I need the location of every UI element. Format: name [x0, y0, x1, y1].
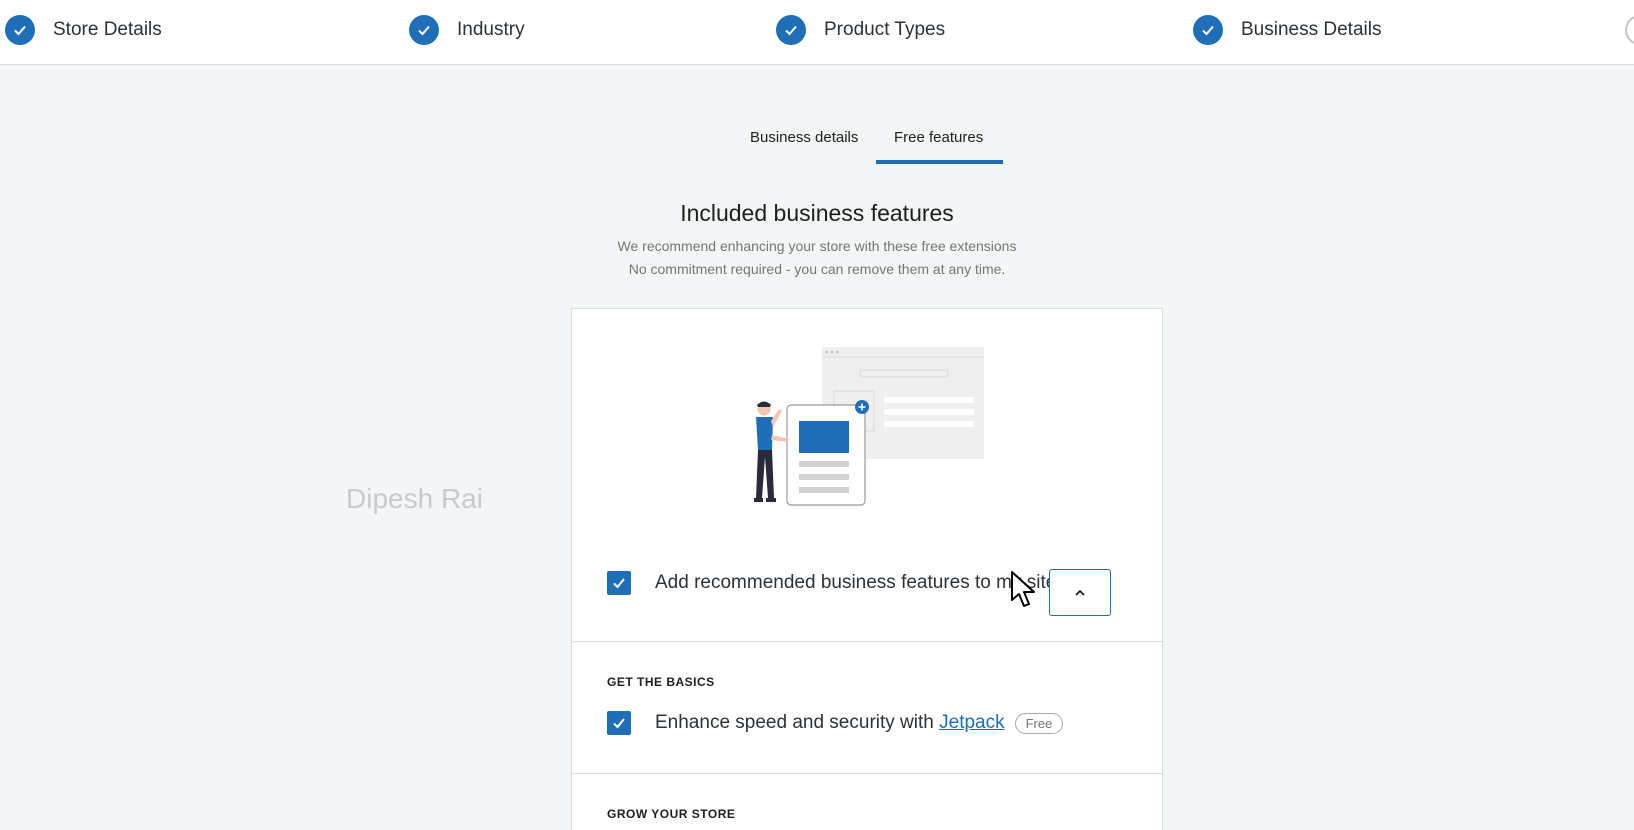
page-title: Included business features	[680, 200, 954, 226]
step-label: Product Types	[824, 19, 946, 40]
step-label: Industry	[457, 19, 525, 40]
features-card: Add recommended business features to my …	[571, 308, 1163, 830]
tab-business-details[interactable]: Business details	[750, 129, 858, 146]
step-label: Business Details	[1241, 19, 1382, 40]
check-icon	[5, 15, 35, 45]
check-icon	[613, 578, 625, 589]
active-tab-indicator	[876, 160, 1003, 164]
step-business-details[interactable]: Business Details	[1193, 15, 1381, 45]
check-icon	[776, 15, 806, 45]
page-subtitle-line2: No commitment required - you can remove …	[628, 261, 1006, 277]
recommended-features-checkbox[interactable]	[607, 571, 631, 595]
check-icon	[1193, 15, 1223, 45]
check-icon	[409, 15, 439, 45]
collapse-features-button[interactable]	[1049, 569, 1111, 616]
jetpack-option-label: Enhance speed and security with Jetpack	[655, 712, 1005, 734]
step-store-details[interactable]: Store Details	[5, 15, 162, 45]
jetpack-option-row[interactable]: Enhance speed and security with Jetpack …	[607, 711, 1197, 735]
step-industry[interactable]: Industry	[409, 15, 525, 45]
section-title-get-the-basics: GET THE BASICS	[607, 675, 715, 689]
free-badge: Free	[1014, 712, 1064, 734]
mouse-cursor-icon	[1011, 571, 1035, 607]
watermark-text: Dipesh Rai	[346, 483, 483, 514]
chevron-up-icon	[1075, 589, 1085, 596]
step-next-indicator[interactable]	[1625, 15, 1634, 45]
tab-bar: Business details Free features	[0, 115, 1634, 165]
setup-stepper: Store Details Industry Product Types Bus…	[0, 0, 1634, 65]
card-divider	[572, 773, 1162, 774]
step-label: Store Details	[53, 19, 162, 40]
section-title-grow-your-store: GROW YOUR STORE	[607, 807, 736, 821]
jetpack-option-prefix: Enhance speed and security with	[655, 712, 940, 733]
card-divider	[572, 641, 1162, 642]
recommended-features-label: Add recommended business features to my …	[655, 572, 1057, 593]
check-icon	[613, 718, 625, 729]
tab-free-features[interactable]: Free features	[894, 129, 983, 146]
step-product-types[interactable]: Product Types	[776, 15, 945, 45]
jetpack-checkbox[interactable]	[607, 711, 631, 735]
business-features-illustration	[754, 347, 984, 506]
jetpack-link[interactable]: Jetpack	[939, 712, 1004, 733]
page-subtitle-line1: We recommend enhancing your store with t…	[617, 238, 1017, 254]
